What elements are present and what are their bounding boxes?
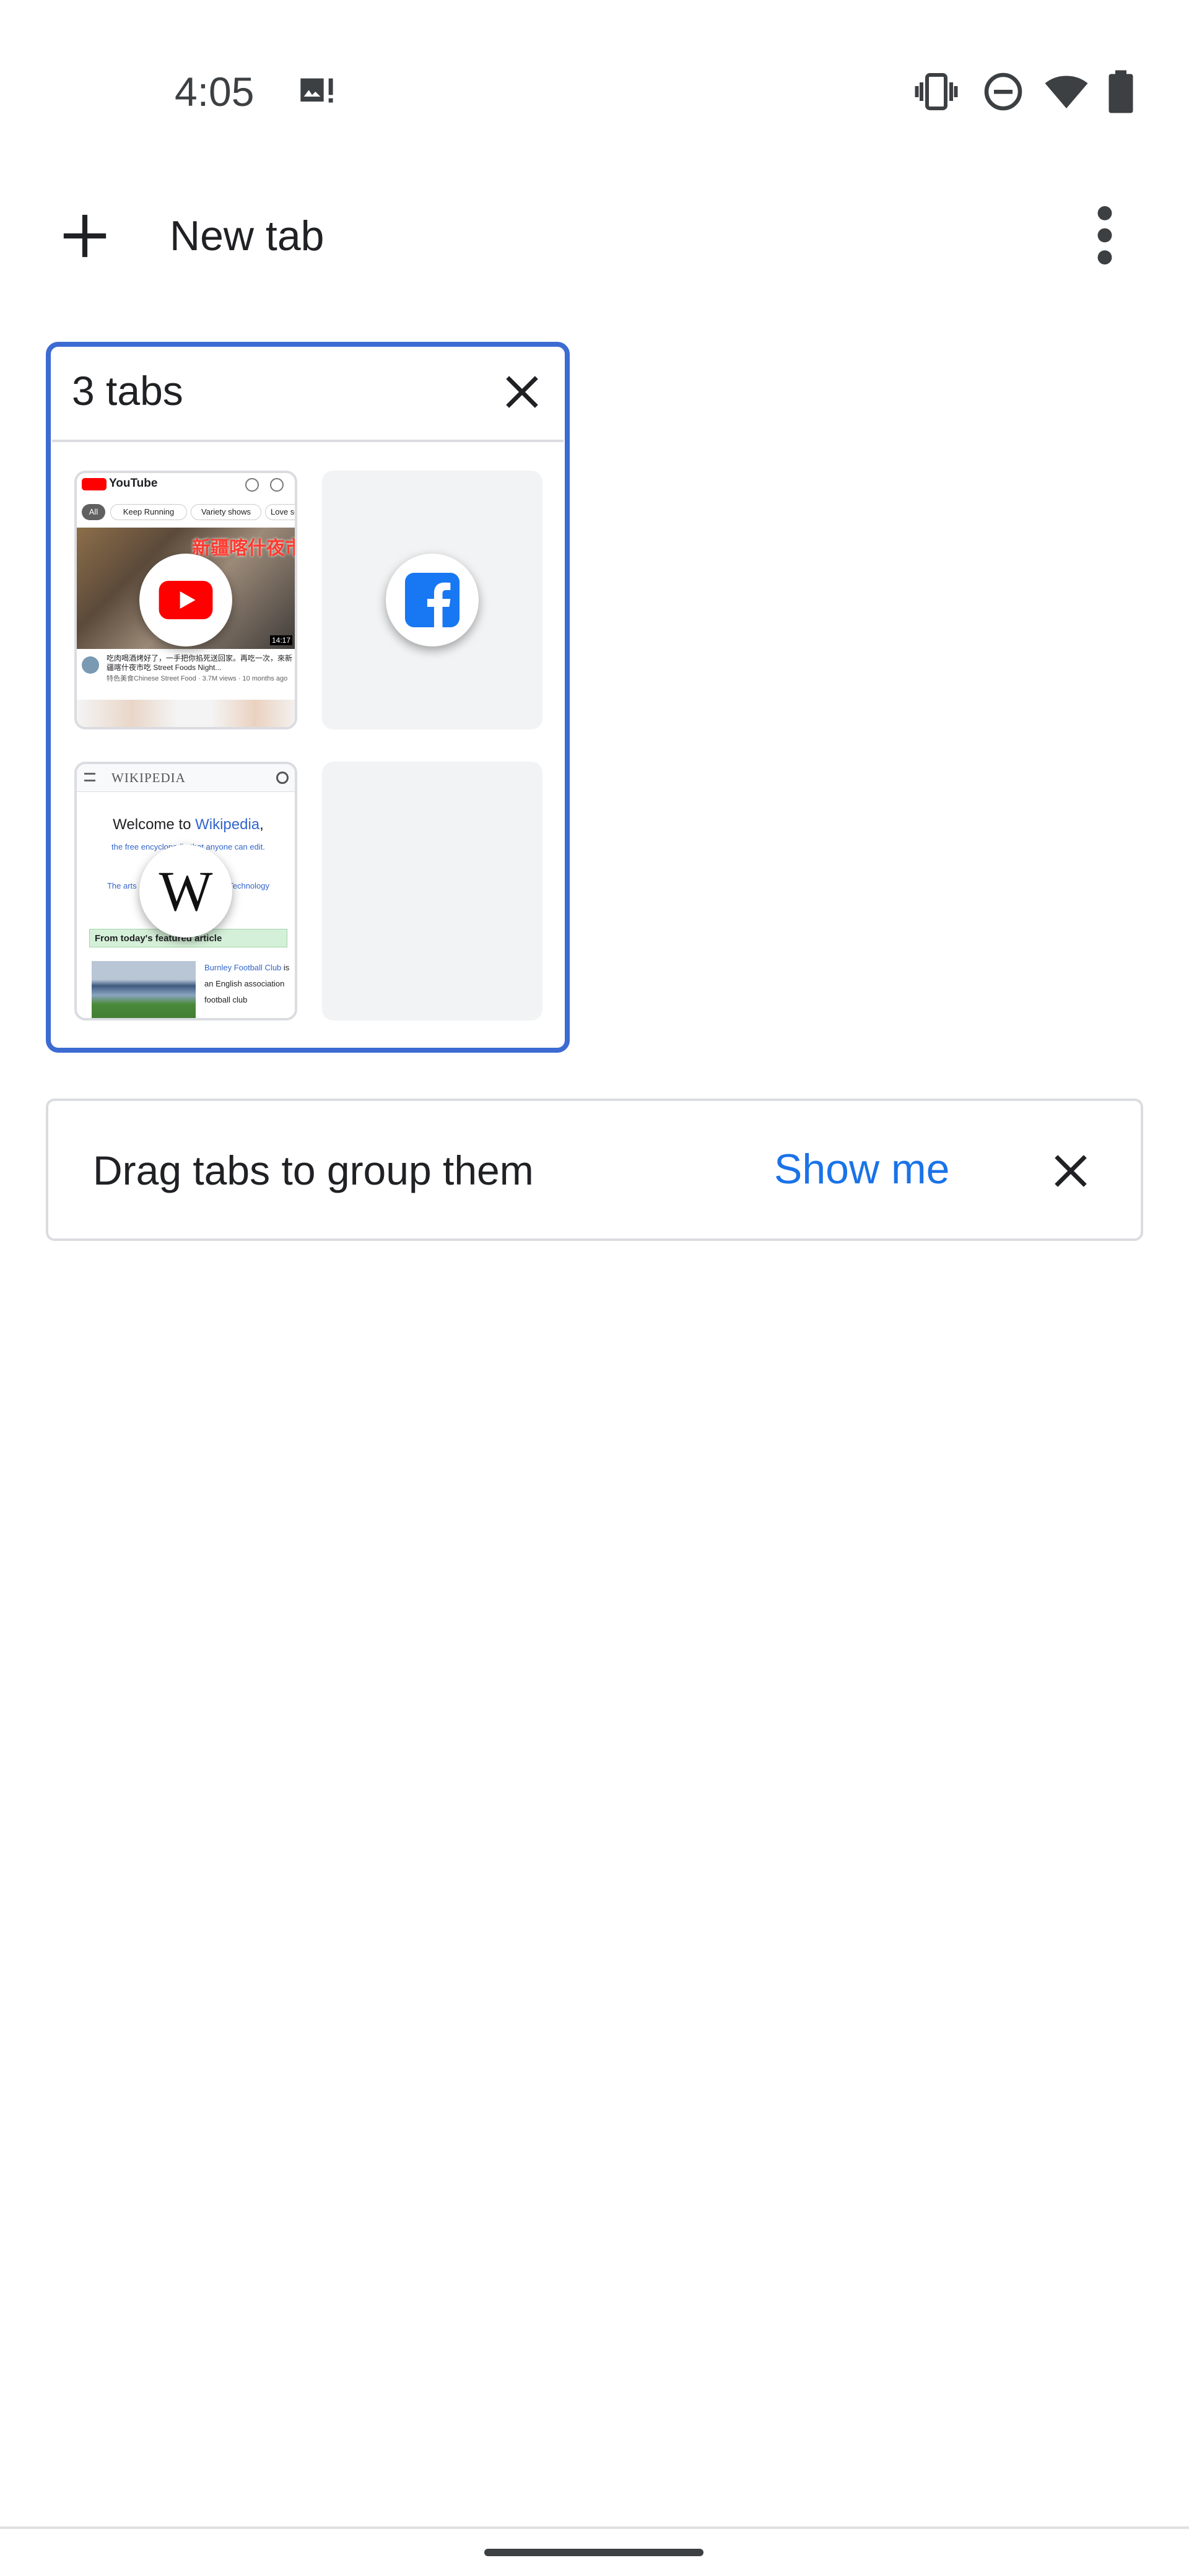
battery-icon: [1108, 70, 1133, 113]
promo-message: Drag tabs to group them: [93, 1147, 534, 1193]
wiki-search-icon: [276, 772, 289, 784]
yt-search-icon: [245, 478, 259, 492]
new-tab-button[interactable]: New tab: [170, 209, 324, 263]
wiki-featured-text: Burnley Football Club is an English asso…: [204, 963, 290, 1004]
do-not-disturb-icon: [984, 72, 1022, 111]
close-group-icon[interactable]: [500, 370, 544, 414]
video-meta: 特色美食Chinese Street Food · 3.7M views · 1…: [107, 675, 288, 682]
video-title: 吃肉喝酒烤好了，一手把你掐死送回家。再吃一次，來新疆喀什夜市吃 Street F…: [107, 654, 292, 672]
next-video-thumbnail: [77, 700, 295, 727]
gesture-handle[interactable]: [484, 2549, 703, 2556]
youtube-icon: [139, 554, 232, 646]
wiki-hamburger-icon: [84, 773, 95, 781]
tab-group-title: 3 tabs: [72, 368, 183, 414]
show-me-button[interactable]: Show me: [774, 1143, 949, 1195]
nav-divider: [0, 2526, 1189, 2529]
wiki-welcome: Welcome to Wikipedia,: [113, 816, 264, 833]
youtube-brand: YouTube: [109, 477, 158, 490]
more-vert-icon[interactable]: [1090, 204, 1120, 266]
tab-thumbnail-youtube[interactable]: YouTube All Keep Running Variety shows L…: [74, 471, 297, 729]
facebook-icon: [386, 554, 479, 646]
new-tab-plus-icon[interactable]: [59, 211, 110, 261]
wifi-icon: [1045, 76, 1088, 108]
youtube-logo-icon: [82, 478, 107, 490]
wiki-header: [77, 764, 295, 792]
chip-all: All: [82, 504, 105, 520]
chip: Love song: [265, 504, 295, 520]
empty-tab-slot: [322, 762, 542, 1020]
wiki-featured-image: [92, 961, 196, 1018]
wiki-brand: WIKIPEDIA: [111, 770, 186, 785]
close-promo-icon[interactable]: [1049, 1149, 1092, 1193]
yt-account-icon: [270, 478, 284, 492]
chip: Variety shows: [191, 504, 261, 520]
chip: Keep Running: [110, 504, 187, 520]
wikipedia-icon: W: [139, 845, 232, 938]
vibrate-icon: [915, 73, 958, 110]
status-time: 4:05: [175, 69, 255, 115]
tab-thumbnail-wikipedia[interactable]: WIKIPEDIA Welcome to Wikipedia, the free…: [74, 762, 297, 1020]
channel-avatar: [82, 656, 99, 674]
divider: [52, 440, 564, 442]
video-duration: 14:17: [270, 635, 293, 645]
video-banner: 新疆喀什夜市: [192, 538, 297, 559]
tab-thumbnail-facebook[interactable]: [322, 471, 542, 729]
image-alert-icon: [300, 78, 333, 103]
